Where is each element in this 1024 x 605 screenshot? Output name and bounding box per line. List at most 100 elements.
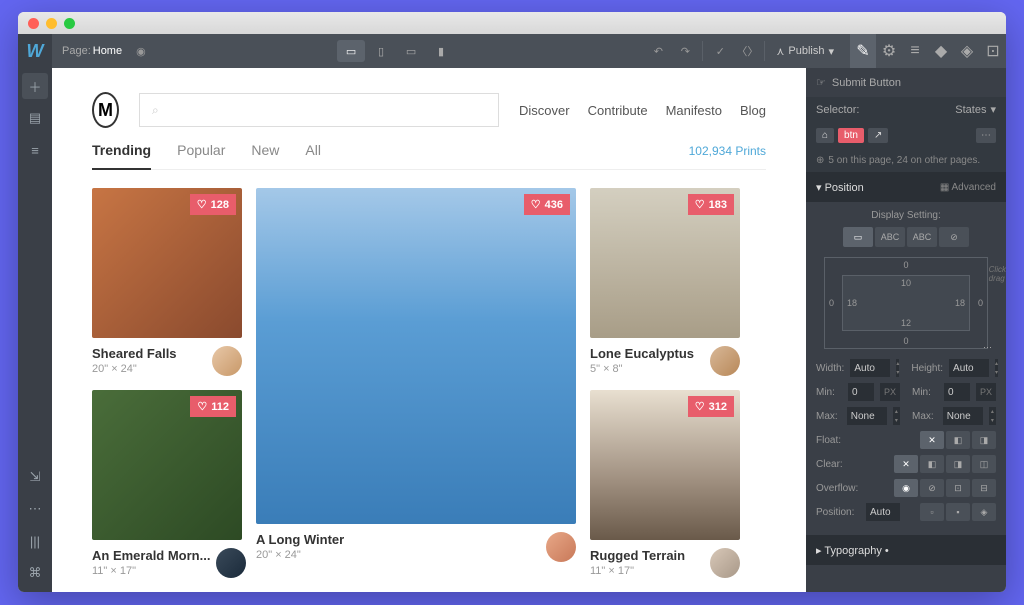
style-tab-icon[interactable]: ✎	[850, 34, 876, 68]
float-left-button[interactable]: ◧	[946, 431, 970, 449]
audit-icon[interactable]: ⋯	[22, 496, 48, 522]
margin-right[interactable]: 0	[978, 298, 983, 308]
clear-none-button[interactable]: ✕	[894, 455, 918, 473]
width-stepper[interactable]: ▴▾	[896, 359, 899, 377]
card-sheared-falls[interactable]: ♡128 Sheared Falls 20" × 24"	[92, 188, 242, 376]
selector-menu-icon[interactable]: ⋯	[976, 128, 996, 143]
height-stepper[interactable]: ▴▾	[995, 359, 998, 377]
max-width-input[interactable]	[847, 407, 887, 425]
selector-tag-btn[interactable]: btn	[838, 128, 864, 143]
clear-right-button[interactable]: ◨	[946, 455, 970, 473]
max-height-stepper[interactable]: ▴▾	[989, 407, 996, 425]
nav-discover[interactable]: Discover	[519, 103, 570, 118]
overflow-auto-button[interactable]: ⊟	[972, 479, 996, 497]
tab-new[interactable]: New	[251, 142, 279, 168]
device-tablet-icon[interactable]: ▯	[367, 40, 395, 62]
card-lone-eucalyptus[interactable]: ♡183 Lone Eucalyptus 5" × 8"	[590, 188, 740, 376]
float-right-button[interactable]: ◨	[972, 431, 996, 449]
device-tablet-landscape-icon[interactable]: ▭	[397, 40, 425, 62]
position-absolute-button[interactable]: ▪	[946, 503, 970, 521]
redo-icon[interactable]: ↷	[673, 40, 697, 62]
overflow-hidden-button[interactable]: ⊘	[920, 479, 944, 497]
search-input[interactable]: ⌕	[139, 93, 499, 127]
avatar[interactable]	[710, 346, 740, 376]
page-name[interactable]: Home	[93, 45, 122, 57]
cms-icon[interactable]: ≡	[22, 137, 48, 163]
maximize-dot[interactable]	[64, 18, 75, 29]
device-desktop-icon[interactable]: ▭	[337, 40, 365, 62]
pages-icon[interactable]: ▤	[22, 105, 48, 131]
card-a-long-winter[interactable]: ♡436 A Long Winter 20" × 24"	[256, 188, 576, 578]
min-height-unit[interactable]: PX	[976, 383, 996, 401]
float-none-button[interactable]: ✕	[920, 431, 944, 449]
position-section-header[interactable]: ▾ Position ▦ Advanced	[806, 173, 1006, 202]
code-icon[interactable]: 〈〉	[735, 40, 759, 62]
overflow-scroll-button[interactable]: ⊡	[946, 479, 970, 497]
like-badge[interactable]: ♡112	[190, 396, 236, 417]
min-height-input[interactable]	[944, 383, 970, 401]
margin-top[interactable]: 0	[903, 260, 908, 270]
margin-left[interactable]: 0	[829, 298, 834, 308]
nav-manifesto[interactable]: Manifesto	[666, 103, 722, 118]
min-width-unit[interactable]: PX	[880, 383, 900, 401]
position-fixed-button[interactable]: ◈	[972, 503, 996, 521]
publish-button[interactable]: ⋏ Publish ▾	[770, 45, 840, 58]
clear-left-button[interactable]: ◧	[920, 455, 944, 473]
max-width-stepper[interactable]: ▴▾	[893, 407, 900, 425]
undo-icon[interactable]: ↶	[646, 40, 670, 62]
like-badge[interactable]: ♡436	[524, 194, 570, 215]
help-icon[interactable]: ⌘	[22, 560, 48, 586]
padding-left[interactable]: 18	[847, 298, 857, 308]
export-icon[interactable]: ⇲	[22, 464, 48, 490]
design-canvas[interactable]: M ⌕ Discover Contribute Manifesto Blog T…	[52, 68, 806, 592]
clear-both-button[interactable]: ◫	[972, 455, 996, 473]
like-badge[interactable]: ♡312	[688, 396, 734, 417]
navigator-tab-icon[interactable]: ⊡	[980, 34, 1006, 68]
measure-icon[interactable]: |||	[22, 528, 48, 554]
layout-tab-icon[interactable]: ≡	[902, 34, 928, 68]
display-none-button[interactable]: ⊘	[939, 227, 969, 247]
padding-top[interactable]: 10	[901, 278, 911, 288]
width-input[interactable]	[850, 359, 890, 377]
box-model[interactable]: 0 0 0 0 10 12 18 18	[824, 257, 988, 349]
box-menu-icon[interactable]: ⋯	[983, 342, 992, 353]
height-input[interactable]	[949, 359, 989, 377]
assets-tab-icon[interactable]: ◈	[954, 34, 980, 68]
add-element-icon[interactable]: ＋	[22, 73, 48, 99]
display-inline-block-button[interactable]: ABC	[875, 227, 905, 247]
tab-trending[interactable]: Trending	[92, 142, 151, 170]
device-mobile-icon[interactable]: ▮	[427, 40, 455, 62]
padding-bottom[interactable]: 12	[901, 318, 911, 328]
typography-section-header[interactable]: ▸ Typography •	[806, 536, 1006, 565]
card-rugged-terrain[interactable]: ♡312 Rugged Terrain 11" × 17"	[590, 390, 740, 578]
like-badge[interactable]: ♡128	[190, 194, 236, 215]
tab-all[interactable]: All	[305, 142, 321, 168]
webflow-logo[interactable]: W	[21, 37, 49, 65]
settings-tab-icon[interactable]: ⚙	[876, 34, 902, 68]
display-inline-button[interactable]: ABC	[907, 227, 937, 247]
like-badge[interactable]: ♡183	[688, 194, 734, 215]
site-logo[interactable]: M	[92, 92, 119, 128]
minimize-dot[interactable]	[46, 18, 57, 29]
avatar[interactable]	[216, 548, 246, 578]
selector-tag-inherit[interactable]: ↗	[868, 128, 888, 143]
close-dot[interactable]	[28, 18, 39, 29]
min-width-input[interactable]	[848, 383, 874, 401]
max-height-input[interactable]	[943, 407, 983, 425]
check-icon[interactable]: ✓	[708, 40, 732, 62]
avatar[interactable]	[710, 548, 740, 578]
overflow-visible-button[interactable]: ◉	[894, 479, 918, 497]
position-relative-button[interactable]: ▫	[920, 503, 944, 521]
margin-bottom[interactable]: 0	[903, 336, 908, 346]
position-input[interactable]	[866, 503, 900, 521]
display-block-button[interactable]: ▭	[843, 227, 873, 247]
nav-contribute[interactable]: Contribute	[588, 103, 648, 118]
avatar[interactable]	[546, 532, 576, 562]
card-emerald-morning[interactable]: ♡112 An Emerald Morn... 11" × 17"	[92, 390, 242, 578]
interactions-tab-icon[interactable]: ◆	[928, 34, 954, 68]
selector-tag-home[interactable]: ⌂	[816, 128, 834, 143]
padding-right[interactable]: 18	[955, 298, 965, 308]
preview-icon[interactable]: ◉	[136, 45, 146, 58]
states-dropdown[interactable]: States▾	[955, 103, 996, 116]
nav-blog[interactable]: Blog	[740, 103, 766, 118]
